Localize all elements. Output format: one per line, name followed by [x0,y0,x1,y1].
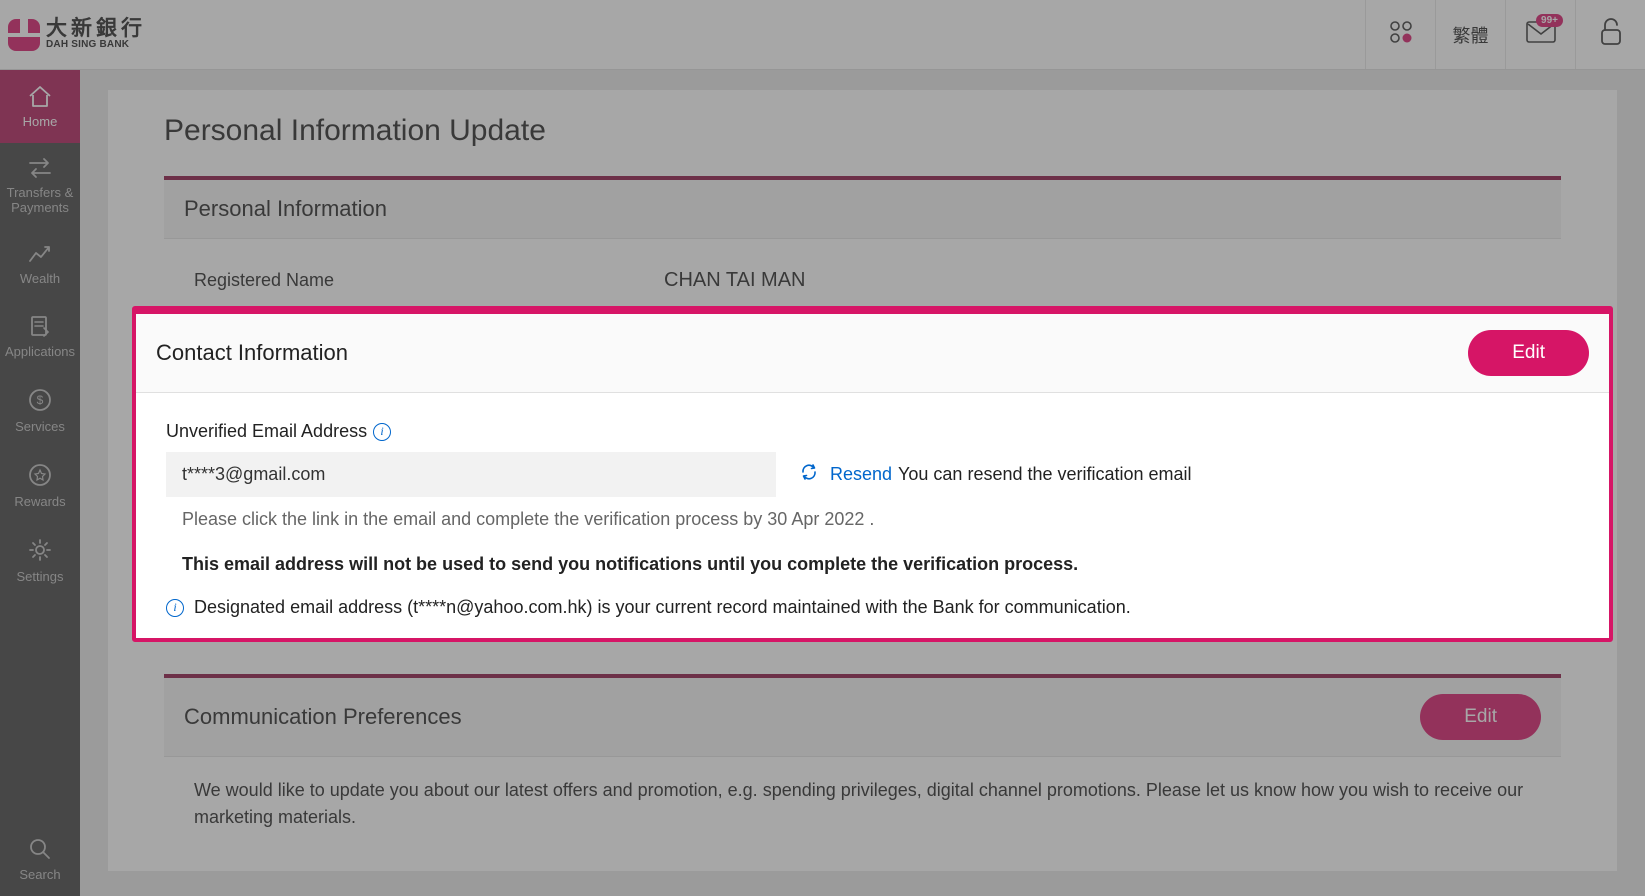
sidebar-item-label: Settings [17,569,64,584]
email-row: t****3@gmail.com Resend You can resend t… [166,452,1579,497]
email-field: t****3@gmail.com [166,452,776,497]
home-icon [27,84,53,108]
sidebar-item-label: Home [23,114,58,129]
logo-text-cn: 大新銀行 [46,18,146,39]
mail-button[interactable]: 99+ [1505,0,1575,69]
sidebar-item-services[interactable]: $ Services [0,373,80,448]
section-title: Personal Information [184,196,387,222]
sidebar-item-label: Services [15,419,65,434]
wealth-icon [27,243,53,265]
logo-icon [8,19,40,51]
designated-text: Designated email address (t****n@yahoo.c… [194,597,1131,618]
designated-email-row: i Designated email address (t****n@yahoo… [166,597,1579,618]
applications-icon [27,314,53,338]
logo-text-en: DAH SING BANK [46,39,146,51]
page-title: Personal Information Update [164,114,1561,148]
edit-button-comm[interactable]: Edit [1420,694,1541,740]
comm-body-text: We would like to update you about our la… [164,757,1561,831]
field-label: Registered Name [194,270,664,291]
services-icon: $ [27,387,53,413]
sidebar-item-applications[interactable]: Applications [0,300,80,373]
section-body-contact: Unverified Email Address i t****3@gmail.… [136,393,1609,638]
sidebar-item-label: Search [19,867,60,882]
refresh-icon[interactable] [800,463,818,486]
sidebar-item-label: Rewards [14,494,65,509]
contact-info-section: Contact Information Edit Unverified Emai… [136,310,1609,638]
contact-info-highlight: Contact Information Edit Unverified Emai… [132,306,1613,642]
resend-text: You can resend the verification email [898,464,1192,485]
section-header-personal: Personal Information [164,180,1561,239]
section-title: Communication Preferences [184,704,462,730]
language-button[interactable]: 繁體 [1435,0,1505,69]
unverified-email-label-row: Unverified Email Address i [166,421,1579,442]
field-value: CHAN TAI MAN [664,269,806,292]
section-title: Contact Information [156,340,348,366]
top-header: 大新銀行 DAH SING BANK 繁體 [0,0,1645,70]
sidebar: Home Transfers & Payments Wealth Applica… [0,70,80,896]
sidebar-item-settings[interactable]: Settings [0,523,80,598]
sidebar-item-label: Transfers & Payments [2,185,78,215]
language-label: 繁體 [1453,22,1489,48]
rewards-icon [27,462,53,488]
sidebar-item-search[interactable]: Search [0,823,80,896]
unverified-email-label: Unverified Email Address [166,421,367,442]
sidebar-item-rewards[interactable]: Rewards [0,448,80,523]
search-icon [28,837,52,861]
section-header-comm: Communication Preferences Edit [164,678,1561,757]
resend-link[interactable]: Resend [830,464,892,485]
mail-badge: 99+ [1536,14,1563,27]
lock-button[interactable] [1575,0,1645,69]
info-icon[interactable]: i [373,423,391,441]
sidebar-item-label: Wealth [20,271,60,286]
sidebar-item-home[interactable]: Home [0,70,80,143]
section-header-contact: Contact Information Edit [136,314,1609,393]
edit-button-contact[interactable]: Edit [1468,330,1589,376]
verification-hint: Please click the link in the email and c… [166,509,1579,530]
sidebar-item-wealth[interactable]: Wealth [0,229,80,300]
gear-icon [27,537,53,563]
field-registered-name: Registered Name CHAN TAI MAN [194,259,1531,302]
personal-info-section: Personal Information Registered Name CHA… [164,176,1561,322]
unlock-icon [1600,18,1622,51]
transfers-icon [27,157,53,179]
svg-text:$: $ [37,393,44,407]
bank-logo[interactable]: 大新銀行 DAH SING BANK [0,18,146,51]
apps-button[interactable] [1365,0,1435,69]
sidebar-item-label: Applications [5,344,75,359]
comm-pref-section: Communication Preferences Edit We would … [164,674,1561,831]
resend-block: Resend You can resend the verification e… [800,463,1192,486]
info-icon[interactable]: i [166,599,184,617]
verification-notice: This email address will not be used to s… [166,554,1579,575]
sidebar-item-transfers[interactable]: Transfers & Payments [0,143,80,229]
header-actions: 繁體 99+ [1365,0,1645,69]
apps-icon [1388,19,1414,50]
